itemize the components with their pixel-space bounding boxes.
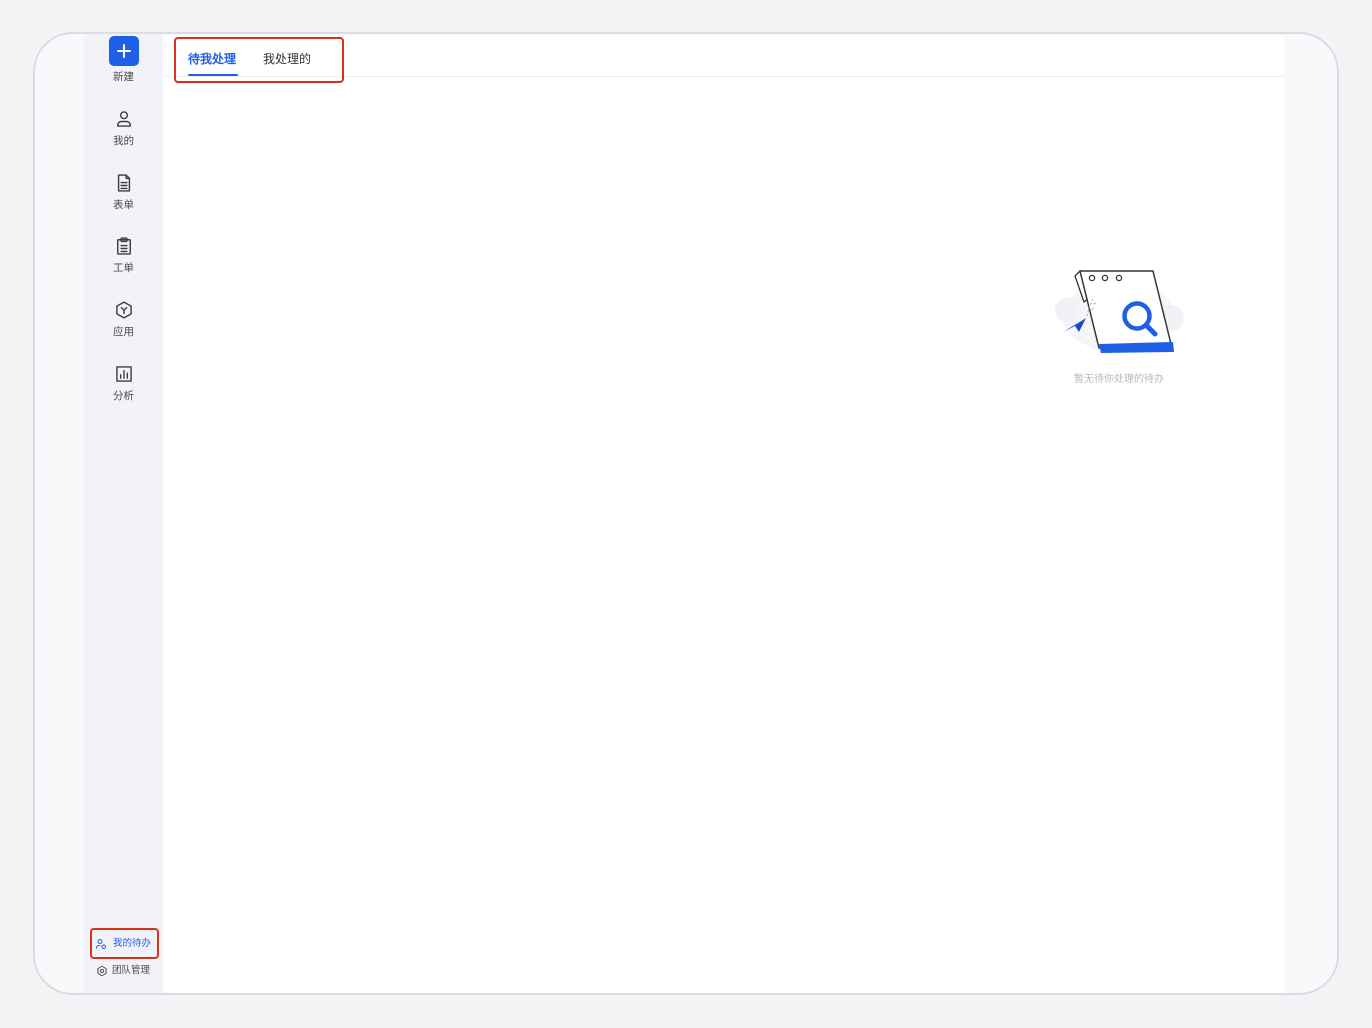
- main-panel: 待我处理 我处理的: [163, 35, 1284, 993]
- sidebar-item-team-management[interactable]: 团队管理: [90, 964, 159, 978]
- clipboard-icon: [116, 237, 131, 255]
- bar-chart-icon: [115, 366, 132, 382]
- team-management-label: 团队管理: [112, 965, 151, 976]
- my-todo-label: 我的待办: [113, 938, 152, 949]
- empty-search-illustration: [1055, 270, 1184, 353]
- sidebar-item-label: 表单: [113, 199, 134, 211]
- plus-icon: [117, 44, 131, 58]
- sidebar-item-forms[interactable]: 表单: [84, 173, 163, 213]
- sidebar: 新建 我的 表单 工单 应用 分析 我的待办 团队管理: [84, 34, 163, 993]
- user-todo-icon: [96, 939, 106, 949]
- sidebar-item-label: 分析: [113, 390, 134, 402]
- sidebar-item-mine[interactable]: 我的: [84, 109, 163, 149]
- hexagon-icon: [115, 301, 132, 319]
- sidebar-item-apps[interactable]: 应用: [84, 300, 163, 340]
- document-icon: [117, 174, 130, 192]
- sidebar-item-analytics[interactable]: 分析: [84, 364, 163, 404]
- gear-icon: [97, 965, 107, 977]
- sidebar-item-tickets[interactable]: 工单: [84, 236, 163, 276]
- empty-state-message: 暂无待你处理的待办: [1074, 374, 1164, 385]
- sidebar-item-label: 应用: [113, 326, 134, 338]
- new-button-label: 新建: [113, 71, 134, 83]
- sidebar-item-my-todo[interactable]: 我的待办: [90, 928, 159, 959]
- sidebar-item-label: 我的: [113, 135, 134, 147]
- tab-divider: [163, 76, 1284, 77]
- new-button[interactable]: [109, 36, 139, 66]
- tab-processed[interactable]: 我处理的: [263, 52, 311, 66]
- tab-pending[interactable]: 待我处理: [188, 52, 236, 66]
- user-icon: [116, 111, 131, 127]
- sidebar-item-label: 工单: [113, 262, 134, 274]
